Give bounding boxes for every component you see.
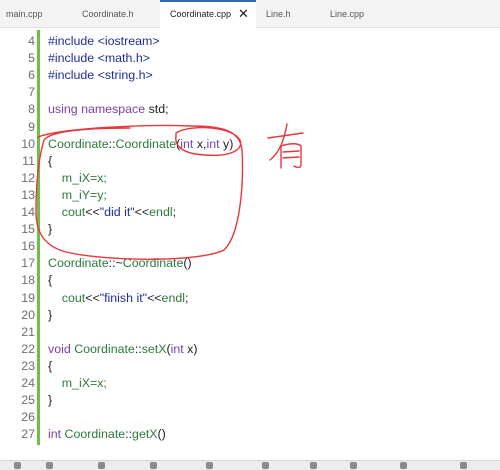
code-token: Coordinate: [64, 427, 126, 442]
code-token: using namespace: [48, 102, 149, 117]
toolbar-icon[interactable]: [400, 462, 407, 469]
close-icon[interactable]: ✕: [238, 2, 249, 26]
code-token: setX: [141, 341, 167, 356]
code-token: m_iX=x;: [48, 376, 107, 390]
toolbar-icon[interactable]: [460, 462, 467, 469]
code-token: Coordinate: [48, 136, 109, 151]
code-token: "did it": [99, 205, 135, 219]
code-token: <<: [85, 205, 100, 219]
code-token: (): [157, 427, 166, 442]
code-token: m_iY=y;: [48, 187, 107, 202]
code-token: #include: [48, 68, 98, 83]
code-token: }: [48, 307, 53, 322]
code-token: ;: [172, 205, 177, 219]
code-token: ): [229, 136, 234, 151]
tab-label: Line.cpp: [330, 9, 365, 19]
tab-bar: main.cpp Coordinate.h Coordinate.cpp ✕ L…: [0, 0, 500, 29]
change-marker: [37, 423, 40, 446]
code-token: int: [48, 427, 65, 442]
code-token: #include: [48, 51, 98, 66]
code-token: cout: [48, 205, 86, 219]
code-token: ;: [184, 290, 189, 305]
tab-line-h[interactable]: Line.h: [266, 0, 306, 28]
tab-label: Coordinate.h: [82, 9, 134, 19]
code-text: int Coordinate::getX(): [48, 423, 166, 445]
code-token: int: [206, 136, 223, 151]
tab-main-cpp[interactable]: main.cpp: [6, 0, 66, 28]
tab-label: Line.h: [266, 9, 291, 19]
code-token: {: [48, 153, 53, 168]
code-token: {: [48, 358, 53, 373]
tab-coordinate-h[interactable]: Coordinate.h: [82, 0, 152, 28]
toolbar-icon[interactable]: [46, 462, 53, 469]
code-token: m_iX=x;: [48, 170, 107, 185]
code-token: Coordinate: [122, 256, 184, 271]
tab-label: main.cpp: [6, 9, 43, 19]
code-token: <<: [85, 290, 100, 305]
code-line[interactable]: 27 int Coordinate::getX(): [0, 423, 500, 446]
code-token: <math.h>: [97, 51, 150, 66]
line-number: 27: [21, 427, 35, 442]
toolbar-icon[interactable]: [150, 462, 157, 469]
code-token: cout: [48, 290, 86, 305]
code-token: (): [183, 256, 192, 271]
code-token: int: [170, 341, 188, 356]
code-token: getX: [132, 427, 158, 442]
code-token: ::: [125, 427, 133, 442]
code-token: "finish it": [99, 290, 148, 305]
code-token: std: [148, 102, 166, 117]
code-token: ): [193, 341, 198, 356]
code-token: #include: [48, 34, 98, 48]
code-token: <iostream>: [97, 34, 160, 48]
code-token: Coordinate: [48, 256, 109, 271]
code-token: Coordinate: [115, 136, 177, 151]
tab-coordinate-cpp[interactable]: Coordinate.cpp ✕: [160, 0, 256, 29]
code-token: endl: [161, 290, 185, 305]
code-token: <string.h>: [97, 68, 153, 83]
code-token: <<: [147, 290, 162, 305]
code-token: endl: [149, 205, 173, 219]
code-token: <<: [134, 205, 150, 219]
toolbar-icon[interactable]: [206, 462, 213, 469]
code-editor[interactable]: 4 #include <iostream> 5 #include <math.h> 6 #…: [0, 28, 500, 460]
code-token: void: [48, 341, 75, 356]
tab-label: Coordinate.cpp: [170, 9, 232, 19]
code-token: }: [48, 393, 53, 408]
code-token: }: [48, 222, 53, 237]
toolbar-icon[interactable]: [262, 462, 269, 469]
tab-line-cpp[interactable]: Line.cpp: [330, 0, 380, 28]
code-token: ::: [134, 341, 142, 356]
toolbar-icon[interactable]: [98, 462, 105, 469]
bottom-toolbar: [0, 460, 500, 470]
toolbar-icon[interactable]: [310, 462, 317, 469]
code-token: {: [48, 273, 53, 288]
toolbar-icon[interactable]: [350, 462, 357, 469]
toolbar-icon[interactable]: [14, 462, 21, 469]
code-token: ::~: [108, 256, 123, 271]
code-token: ;: [165, 102, 169, 117]
code-token: Coordinate: [74, 341, 135, 356]
code-token: int: [180, 136, 197, 151]
code-token: ::: [108, 136, 116, 151]
